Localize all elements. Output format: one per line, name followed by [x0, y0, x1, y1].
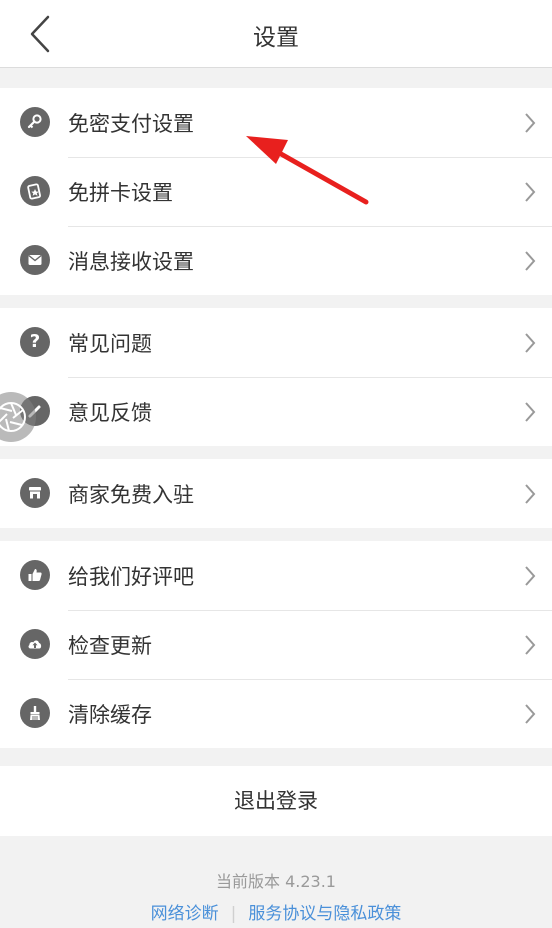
- chevron-right-icon: [525, 484, 536, 504]
- chevron-right-icon: [525, 704, 536, 724]
- settings-row-label: 免密支付设置: [68, 112, 194, 136]
- settings-group-help: ? 常见问题 意见反馈: [0, 308, 552, 446]
- chevron-right-icon: [525, 251, 536, 271]
- settings-row-check-update[interactable]: 检查更新: [0, 610, 552, 679]
- mail-icon: [20, 245, 50, 275]
- logout-button[interactable]: 退出登录: [0, 766, 552, 836]
- settings-row-faq[interactable]: ? 常见问题: [0, 308, 552, 377]
- chevron-right-icon: [525, 635, 536, 655]
- settings-row-clear-cache[interactable]: 清除缓存: [0, 679, 552, 748]
- settings-row-label: 清除缓存: [68, 703, 152, 727]
- settings-row-notifications[interactable]: 消息接收设置: [0, 226, 552, 295]
- link-separator: |: [230, 904, 237, 924]
- chevron-right-icon: [525, 182, 536, 202]
- version-text: 当前版本 4.23.1: [216, 872, 336, 891]
- settings-row-label: 商家免费入驻: [68, 483, 194, 507]
- store-icon: [20, 478, 50, 508]
- settings-row-label: 意见反馈: [68, 401, 152, 425]
- shutter-icon: [0, 402, 26, 432]
- thumbs-up-icon: [20, 560, 50, 590]
- settings-group-app: 给我们好评吧 检查更新 清除缓存: [0, 541, 552, 748]
- settings-row-password-free-pay[interactable]: 免密支付设置: [0, 88, 552, 157]
- cloud-upload-icon: [20, 629, 50, 659]
- settings-group-merchant: 商家免费入驻: [0, 459, 552, 528]
- chevron-right-icon: [525, 402, 536, 422]
- privacy-policy-link[interactable]: 服务协议与隐私政策: [248, 904, 401, 924]
- question-icon: ?: [20, 327, 50, 357]
- settings-row-label: 免拼卡设置: [68, 181, 173, 205]
- chevron-right-icon: [525, 566, 536, 586]
- page-title: 设置: [253, 25, 299, 51]
- settings-row-label: 消息接收设置: [68, 250, 194, 274]
- network-diagnosis-link[interactable]: 网络诊断: [151, 904, 219, 924]
- settings-row-label: 给我们好评吧: [68, 565, 194, 589]
- header-bar: 设置: [0, 0, 552, 68]
- broom-icon: [20, 698, 50, 728]
- settings-row-label: 检查更新: [68, 634, 152, 658]
- settings-row-rate-us[interactable]: 给我们好评吧: [0, 541, 552, 610]
- card-icon: [20, 176, 50, 206]
- settings-row-free-group-card[interactable]: 免拼卡设置: [0, 157, 552, 226]
- settings-row-feedback[interactable]: 意见反馈: [0, 377, 552, 446]
- settings-group-payment: 免密支付设置 免拼卡设置 消息接收设置: [0, 88, 552, 295]
- footer-links: 网络诊断 | 服务协议与隐私政策: [0, 899, 552, 924]
- settings-row-label: 常见问题: [68, 332, 152, 356]
- chevron-right-icon: [525, 113, 536, 133]
- key-icon: [20, 107, 50, 137]
- settings-row-merchant-join[interactable]: 商家免费入驻: [0, 459, 552, 528]
- chevron-right-icon: [525, 333, 536, 353]
